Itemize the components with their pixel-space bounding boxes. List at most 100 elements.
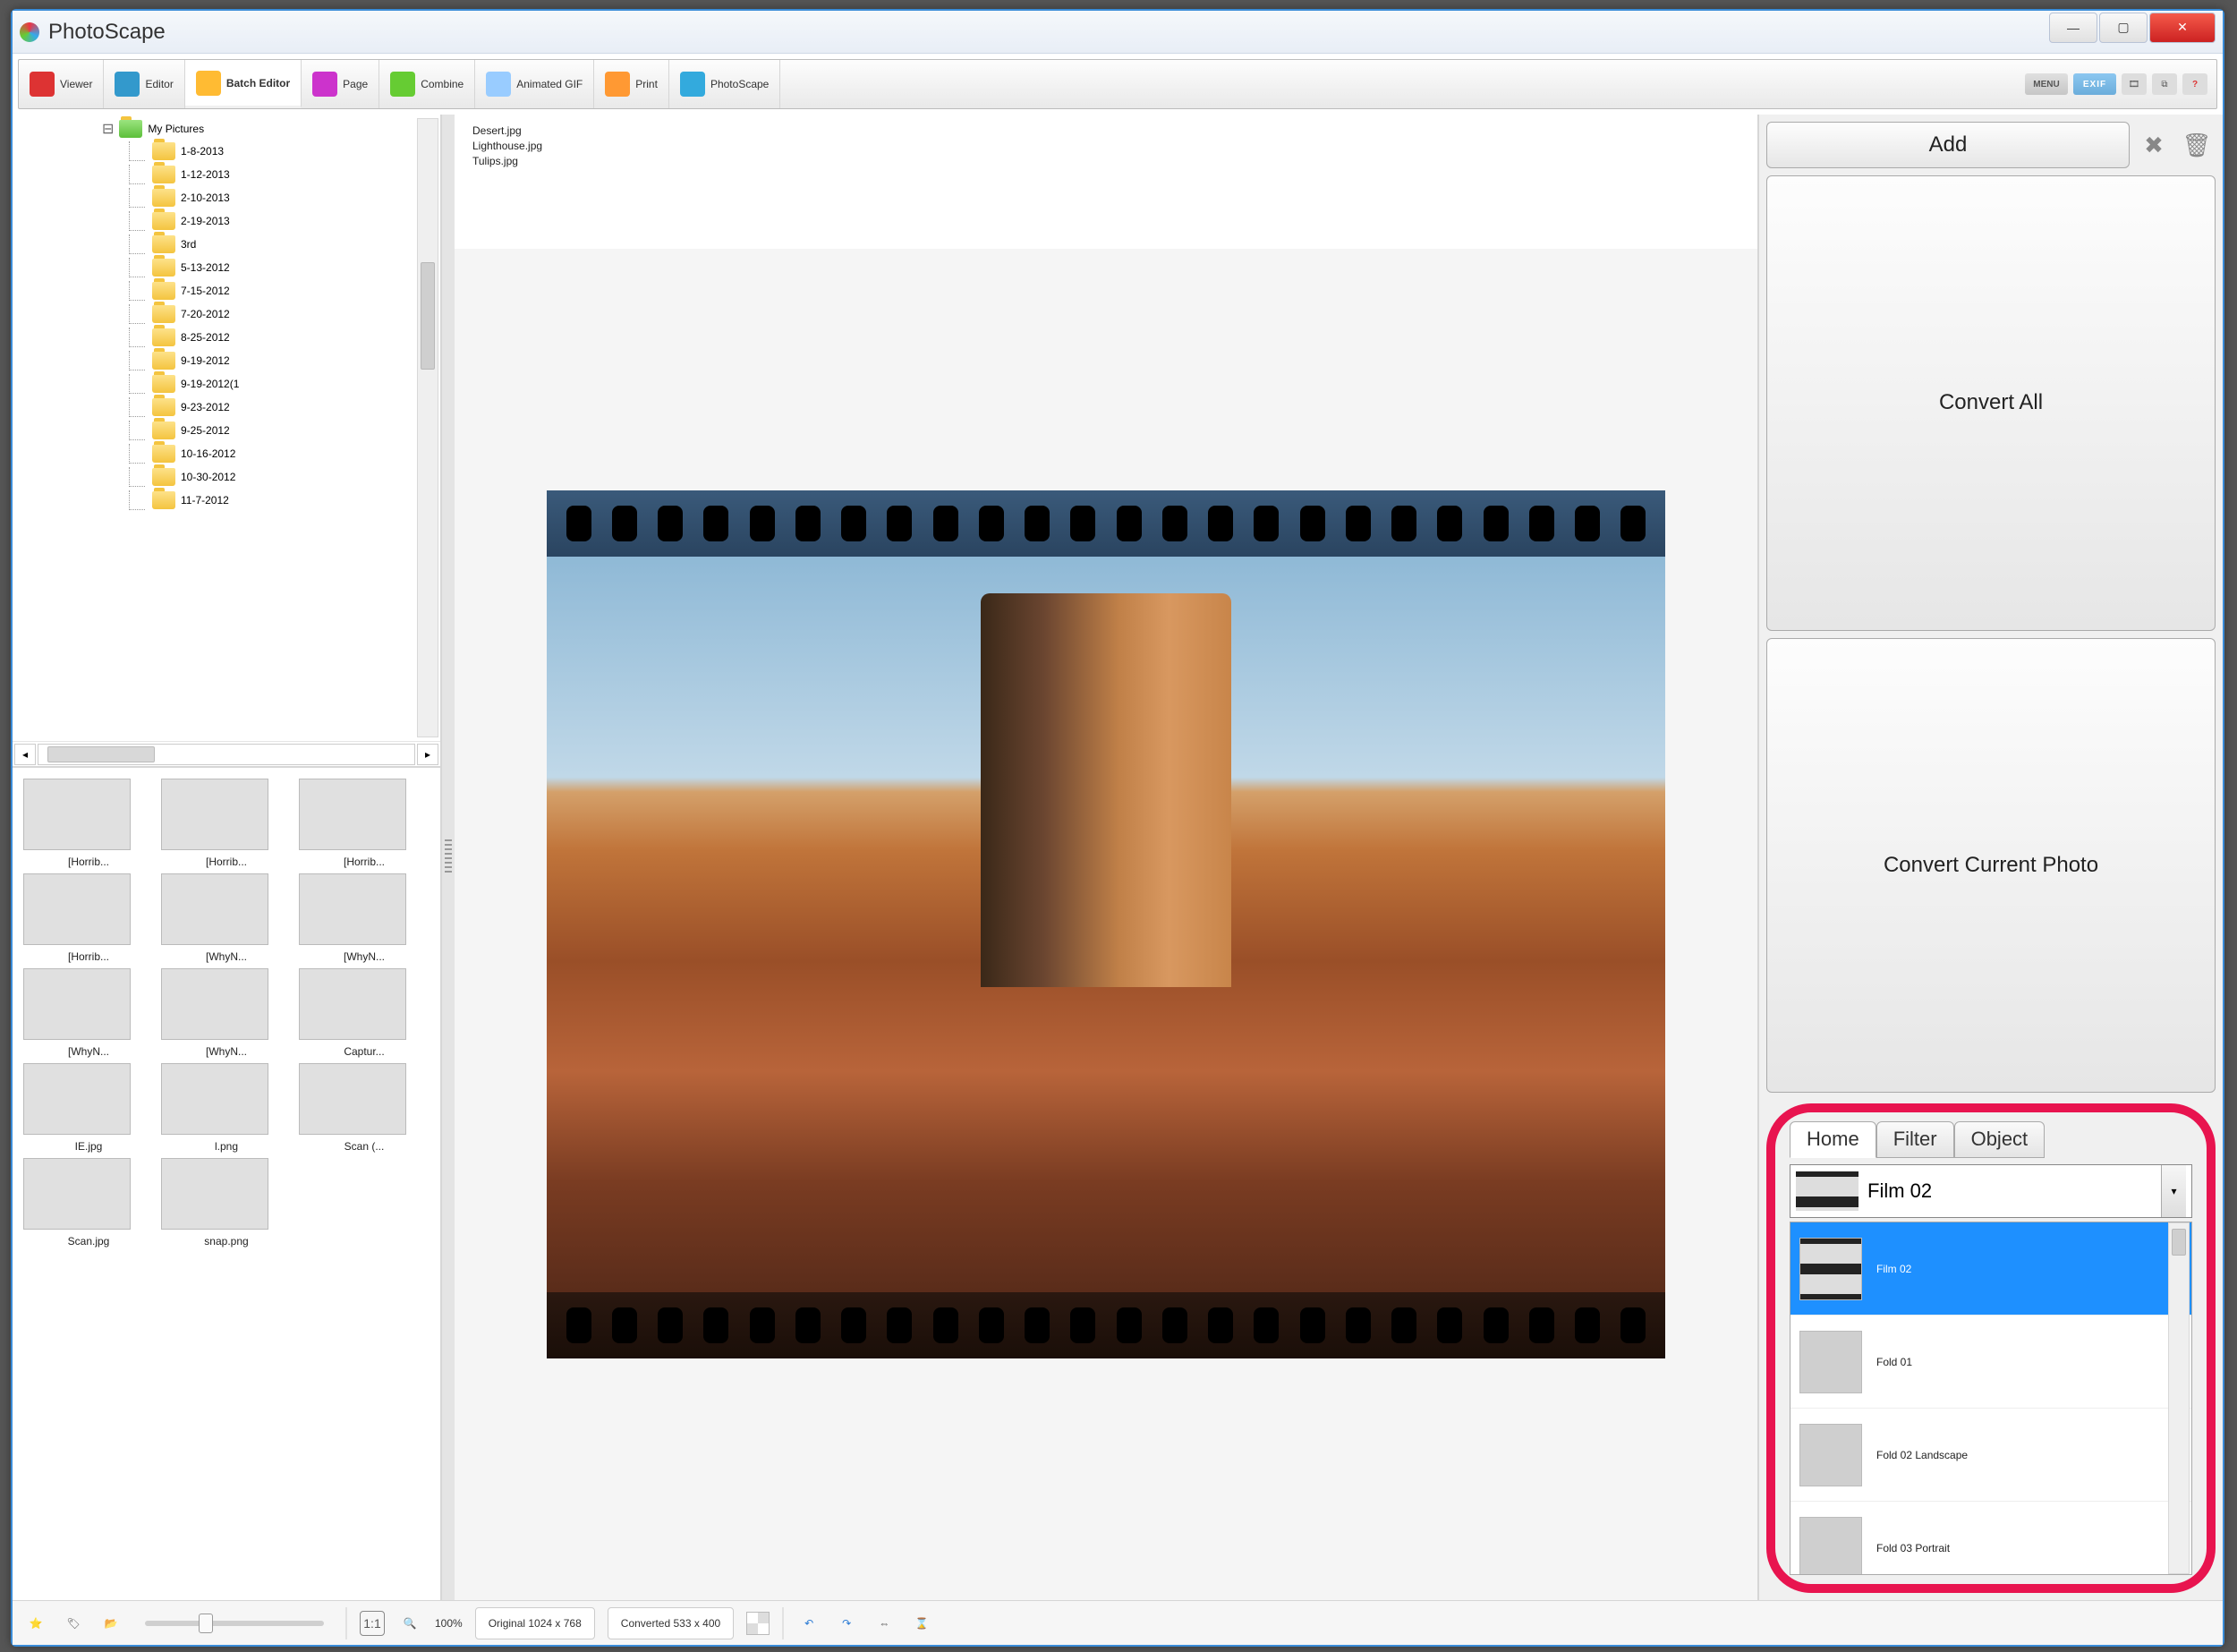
help-icon[interactable]: ? (2182, 73, 2207, 95)
right-tab-filter[interactable]: Filter (1876, 1121, 1954, 1158)
thumb-label: IE.jpg (23, 1140, 154, 1153)
file-list-item[interactable]: Tulips.jpg (472, 154, 1739, 169)
right-tab-home[interactable]: Home (1790, 1121, 1876, 1158)
thumbnail[interactable]: [Horrib... (299, 779, 430, 868)
toolbar-tab-combine[interactable]: Combine (379, 60, 475, 108)
frame-option[interactable]: Fold 02 Landscape (1790, 1409, 2191, 1502)
tree-folder[interactable]: 10-30-2012 (13, 465, 440, 489)
hourglass-icon[interactable]: ⌛ (909, 1611, 934, 1636)
toolbar-tab-label: Batch Editor (226, 77, 290, 89)
tree-folder[interactable]: 5-13-2012 (13, 256, 440, 279)
tree-folder[interactable]: 1-8-2013 (13, 140, 440, 163)
frame-option[interactable]: Fold 01 (1790, 1316, 2191, 1409)
thumbnail[interactable]: [Horrib... (161, 779, 292, 868)
thumbnail[interactable]: [WhyN... (161, 968, 292, 1058)
thumbnail[interactable]: Scan.jpg (23, 1158, 154, 1248)
thumbnail[interactable]: [WhyN... (161, 873, 292, 963)
tree-folder[interactable]: 11-7-2012 (13, 489, 440, 512)
tree-scrollbar-v[interactable] (417, 118, 438, 737)
scroll-left-icon[interactable]: ◂ (14, 744, 36, 765)
tree-folder[interactable]: 3rd (13, 233, 440, 256)
exif-badge[interactable]: EXIF (2073, 73, 2116, 95)
frame-list[interactable]: Film 02Fold 01Fold 02 LandscapeFold 03 P… (1790, 1222, 2192, 1575)
thumb-label: snap.png (161, 1235, 292, 1248)
undo-icon[interactable]: ↶ (796, 1611, 821, 1636)
toolbar-tab-animated-gif[interactable]: Animated GIF (475, 60, 594, 108)
frame-option[interactable]: Film 02 (1790, 1222, 2191, 1316)
folder-label: 7-20-2012 (181, 308, 230, 320)
tree-folder[interactable]: 10-16-2012 (13, 442, 440, 465)
folder-icon (119, 120, 142, 138)
film-hole (1437, 506, 1462, 541)
thumb-image (23, 873, 131, 945)
tree-folder[interactable]: 7-20-2012 (13, 302, 440, 326)
menu-badge[interactable]: MENU (2025, 73, 2068, 95)
tree-root[interactable]: ⊟ My Pictures (13, 118, 440, 140)
zoom-icon[interactable]: 🔍 (397, 1611, 422, 1636)
film-hole (566, 1307, 591, 1343)
thumbnail[interactable]: [WhyN... (299, 873, 430, 963)
copy-icon[interactable]: ⧉ (2152, 73, 2177, 95)
folder-tree[interactable]: ⊟ My Pictures 1-8-20131-12-20132-10-2013… (13, 115, 440, 741)
file-list-item[interactable]: Desert.jpg (472, 123, 1739, 139)
thumbnail[interactable]: [Horrib... (23, 873, 154, 963)
film-icon[interactable]: 🎞 (2122, 73, 2147, 95)
right-tab-object[interactable]: Object (1954, 1121, 2046, 1158)
tag-icon[interactable]: 🏷 (61, 1611, 86, 1636)
thumbnail[interactable]: Captur... (299, 968, 430, 1058)
frame-film-bottom (547, 1292, 1665, 1358)
minimize-button[interactable]: — (2049, 13, 2097, 43)
splitter-left[interactable] (442, 115, 455, 1600)
checker-icon[interactable] (746, 1612, 770, 1635)
tree-folder[interactable]: 2-19-2013 (13, 209, 440, 233)
tree-scrollbar-h[interactable]: ◂ ▸ (13, 741, 440, 766)
thumbnail[interactable]: [Horrib... (23, 779, 154, 868)
add-button[interactable]: Add (1766, 122, 2130, 168)
maximize-button[interactable]: ▢ (2099, 13, 2148, 43)
folder-label: 5-13-2012 (181, 261, 230, 274)
fit-icon[interactable]: 1:1 (360, 1611, 385, 1636)
thumbnail[interactable]: l.png (161, 1063, 292, 1153)
file-list-item[interactable]: Lighthouse.jpg (472, 139, 1739, 154)
thumbnail[interactable]: IE.jpg (23, 1063, 154, 1153)
folder-icon (152, 142, 175, 160)
app-icon (20, 22, 39, 42)
tree-folder[interactable]: 9-23-2012 (13, 396, 440, 419)
tree-folder[interactable]: 7-15-2012 (13, 279, 440, 302)
dropdown-icon[interactable]: ▾ (2161, 1165, 2186, 1217)
toolbar-tab-print[interactable]: Print (594, 60, 669, 108)
tree-folder[interactable]: 2-10-2013 (13, 186, 440, 209)
close-button[interactable]: ✕ (2149, 13, 2216, 43)
folder-label: 9-23-2012 (181, 401, 230, 413)
delete-icon[interactable]: ✖ (2135, 126, 2173, 164)
thumbnail[interactable]: [WhyN... (23, 968, 154, 1058)
trash-icon[interactable]: 🗑 (2178, 126, 2216, 164)
frame-combo[interactable]: Film 02 ▾ (1790, 1164, 2192, 1218)
toolbar-tab-editor[interactable]: Editor (104, 60, 184, 108)
expand-icon[interactable]: ⊟ (102, 120, 114, 138)
thumbnail[interactable]: Scan (... (299, 1063, 430, 1153)
tree-folder[interactable]: 9-19-2012 (13, 349, 440, 372)
toolbar-tab-batch-editor[interactable]: Batch Editor (185, 60, 302, 108)
frame-list-scrollbar[interactable] (2168, 1222, 2190, 1574)
thumb-label: [Horrib... (161, 856, 292, 868)
tree-folder[interactable]: 1-12-2013 (13, 163, 440, 186)
tree-folder[interactable]: 9-19-2012(1 (13, 372, 440, 396)
thumbnail[interactable]: snap.png (161, 1158, 292, 1248)
toolbar-tab-page[interactable]: Page (302, 60, 379, 108)
open-folder-icon[interactable]: 📂 (98, 1611, 123, 1636)
convert-all-button[interactable]: Convert All (1766, 175, 2216, 631)
folder-icon (152, 422, 175, 439)
toolbar-tab-viewer[interactable]: Viewer (19, 60, 104, 108)
tree-folder[interactable]: 9-25-2012 (13, 419, 440, 442)
star-icon[interactable]: ⭐ (23, 1611, 48, 1636)
redo-icon[interactable]: ↷ (834, 1611, 859, 1636)
convert-current-button[interactable]: Convert Current Photo (1766, 638, 2216, 1094)
file-list[interactable]: Desert.jpgLighthouse.jpgTulips.jpg (455, 115, 1757, 249)
toolbar-tab-photoscape[interactable]: PhotoScape (669, 60, 780, 108)
expand-h-icon[interactable]: ⇔ (872, 1611, 897, 1636)
tree-folder[interactable]: 8-25-2012 (13, 326, 440, 349)
scroll-right-icon[interactable]: ▸ (417, 744, 438, 765)
frame-option[interactable]: Fold 03 Portrait (1790, 1502, 2191, 1575)
thumb-size-slider[interactable] (145, 1621, 324, 1626)
